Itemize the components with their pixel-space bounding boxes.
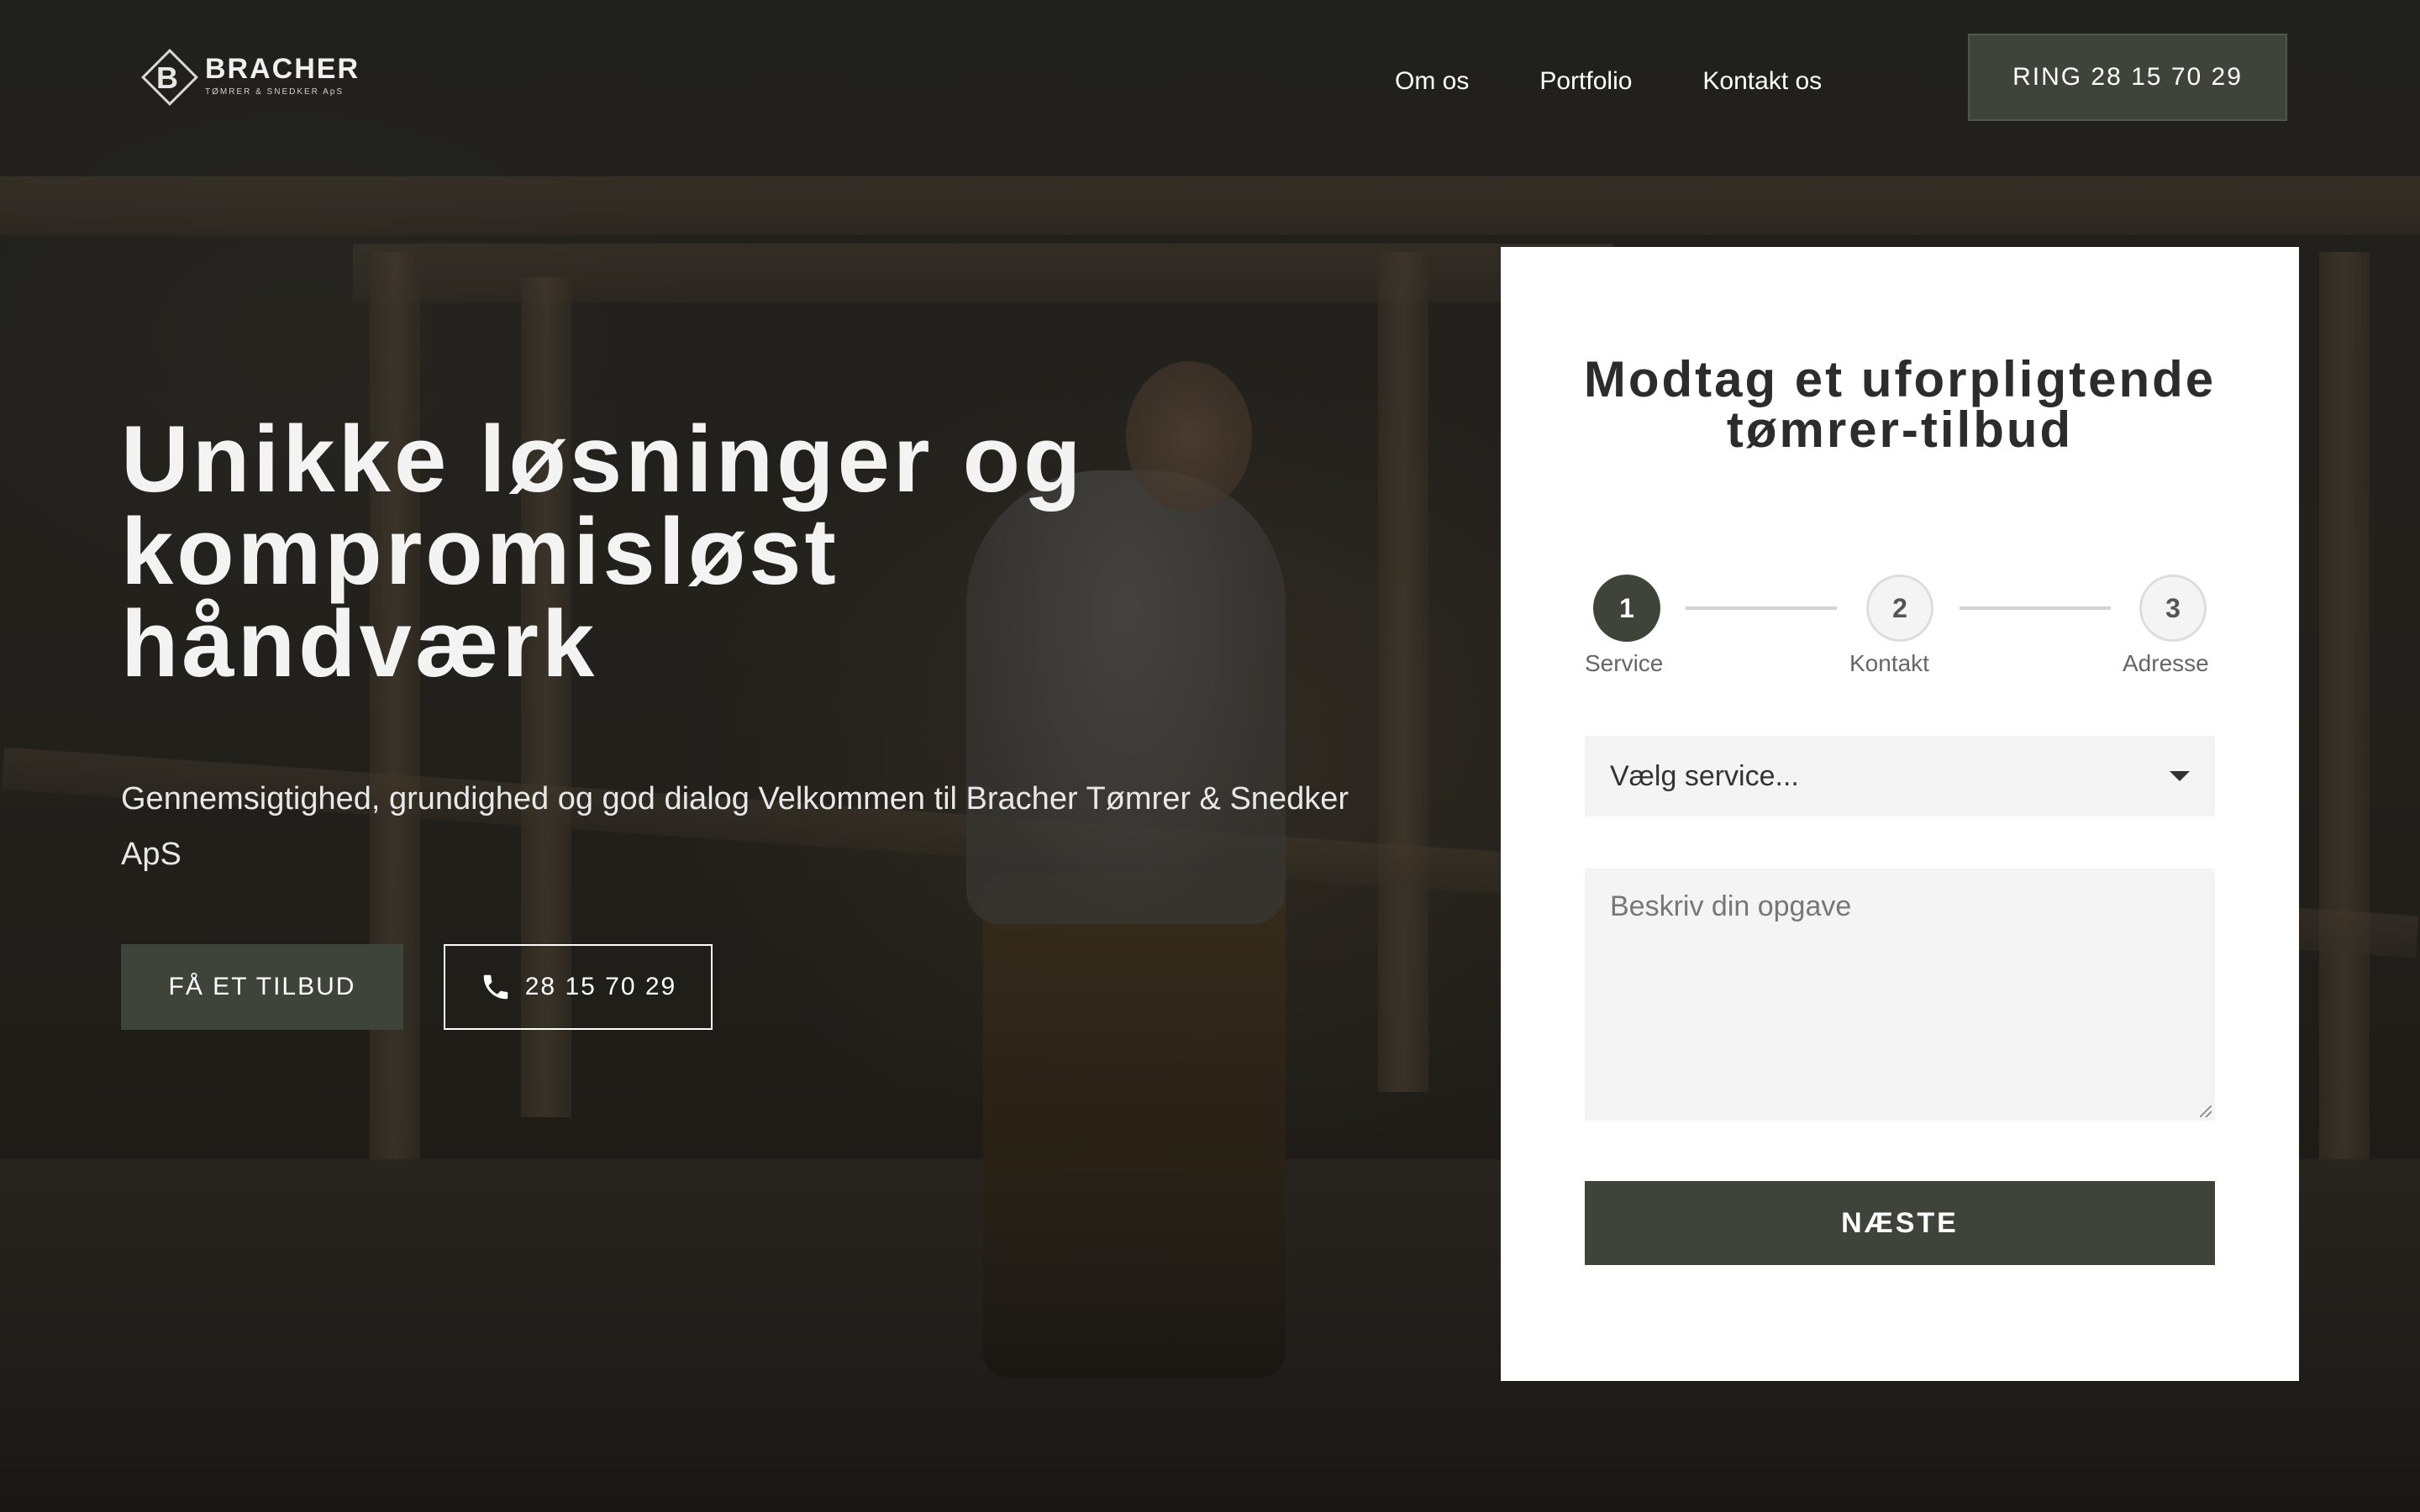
- step-3-label: Adresse: [2123, 650, 2209, 676]
- form-steps: 1 2 3 Service Kontakt Adresse: [1585, 575, 2215, 692]
- nav-item-portfolio[interactable]: Portfolio: [1539, 67, 1632, 96]
- step-3-indicator: 3: [2139, 575, 2207, 642]
- hero-subtitle: Gennemsigtighed, grundighed og god dialo…: [121, 781, 1349, 872]
- phone-button-label: 28 15 70 29: [524, 973, 677, 1000]
- ring-button[interactable]: RING 28 15 70 29: [1968, 34, 2287, 121]
- step-1-label: Service: [1585, 650, 1664, 676]
- chevron-down-icon: [2170, 771, 2190, 781]
- task-description-field[interactable]: Beskriv din opgave: [1585, 869, 2215, 1121]
- service-select[interactable]: Vælg service...: [1585, 736, 2215, 816]
- form-title: Modtag et uforpligtende tømrer-tilbud: [1583, 351, 2217, 458]
- logo-mark-icon: B: [141, 49, 198, 106]
- phone-icon: [483, 974, 508, 1000]
- step-1-indicator: 1: [1593, 575, 1660, 642]
- brand-name: BRACHER: [205, 53, 360, 85]
- step-2-label: Kontakt: [1849, 650, 1929, 676]
- nav-item-kontakt-os[interactable]: Kontakt os: [1702, 67, 1822, 96]
- next-button[interactable]: NÆSTE: [1585, 1181, 2215, 1265]
- main-nav: Om os Portfolio Kontakt os: [1395, 67, 1822, 96]
- phone-button[interactable]: 28 15 70 29: [444, 944, 713, 1030]
- brand-logo[interactable]: B BRACHER TØMRER & SNEDKER ApS: [141, 49, 360, 106]
- brand-tagline: TØMRER & SNEDKER ApS: [205, 87, 345, 97]
- service-select-value: Vælg service...: [1610, 759, 1799, 792]
- get-offer-button[interactable]: FÅ ET TILBUD: [121, 944, 403, 1030]
- hero-title: Unikke løsninger og kompromisløst håndvæ…: [121, 407, 1085, 696]
- resize-handle-icon[interactable]: [2200, 1105, 2212, 1117]
- quote-form-card: Modtag et uforpligtende tømrer-tilbud 1 …: [1501, 247, 2299, 1381]
- step-2-indicator: 2: [1866, 575, 1933, 642]
- nav-item-om-os[interactable]: Om os: [1395, 67, 1469, 96]
- task-placeholder: Beskriv din opgave: [1610, 890, 1852, 922]
